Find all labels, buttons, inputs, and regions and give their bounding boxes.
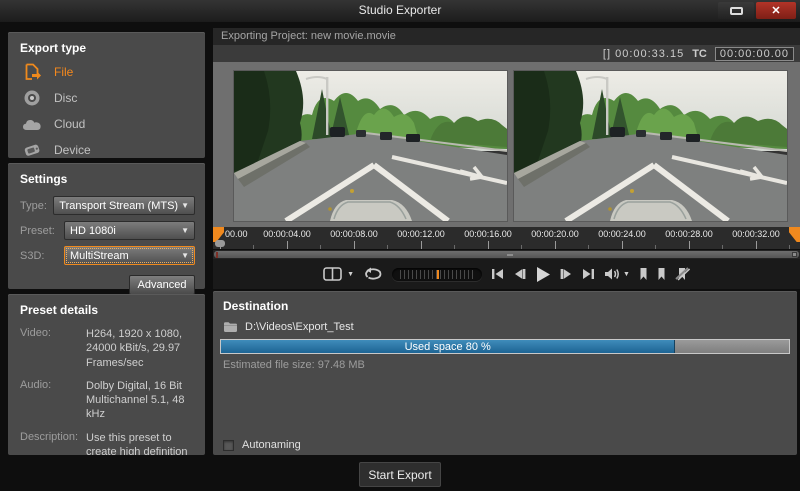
video-preview-left [234, 71, 507, 221]
export-type-cloud[interactable]: Cloud [8, 111, 205, 137]
preset-select-value: HD 1080i [70, 225, 178, 237]
autonaming-label: Autonaming [242, 439, 301, 451]
project-bar: Exporting Project: new movie.movie [213, 28, 800, 45]
window-title: Studio Exporter [0, 3, 800, 17]
timeline-ruler[interactable]: 00.00 00:00:04.00 00:00:08.00 00:00:12.0… [213, 227, 800, 249]
ruler-tick-label: 00:00:20.00 [531, 229, 579, 239]
ruler-tick-label: 00:00:16.00 [464, 229, 512, 239]
project-label: Exporting Project: new movie.movie [221, 30, 396, 42]
chevron-down-icon: ▼ [347, 271, 354, 278]
preset-details-header: Preset details [8, 294, 205, 321]
step-forward-button[interactable] [560, 263, 573, 285]
used-space-bar: Used space 80 % [220, 339, 790, 354]
type-select-value: Transport Stream (MTS) [59, 200, 178, 212]
destination-path-row[interactable]: D:\Videos\Export_Test [213, 319, 797, 339]
trim-out-handle[interactable] [789, 227, 800, 242]
loop-playback-button[interactable] [363, 263, 383, 285]
clear-marks-button[interactable] [675, 263, 690, 285]
minimize-icon [730, 7, 743, 15]
timecode-bar: [] 00:00:33.15 TC 00:00:00.00 [213, 45, 800, 62]
preset-label: Preset: [20, 225, 64, 237]
chevron-down-icon: ▼ [623, 271, 630, 278]
scrollbar-end-cap[interactable] [792, 252, 797, 257]
stereo-view-mode-button[interactable]: ▼ [323, 263, 354, 285]
folder-icon [223, 321, 238, 333]
footer-bar: Start Export [0, 455, 800, 491]
audio-value: Dolby Digital, 16 Bit Multichannel 5.1, … [86, 379, 197, 422]
destination-panel: Destination D:\Videos\Export_Test Used s… [213, 291, 797, 455]
destination-path: D:\Videos\Export_Test [245, 321, 354, 333]
video-value: H264, 1920 x 1080, 24000 kBit/s, 29.97 F… [86, 327, 197, 370]
chevron-down-icon: ▼ [181, 251, 189, 260]
minimize-button[interactable] [718, 2, 754, 19]
ruler-tick-label: 00:00:08.00 [330, 229, 378, 239]
scrollbar-grip [507, 254, 513, 256]
file-icon [22, 62, 42, 82]
disc-icon [22, 88, 42, 108]
volume-button[interactable]: ▼ [604, 263, 630, 285]
ruler-tick-label: 00:00:28.00 [665, 229, 713, 239]
used-space-fill: Used space 80 % [221, 340, 675, 353]
mark-in-button[interactable] [639, 263, 648, 285]
jog-shuttle-wheel[interactable] [392, 268, 482, 281]
used-space-label: Used space 80 % [405, 341, 491, 353]
estimated-file-size: Estimated file size: 97.48 MB [213, 354, 797, 376]
preset-select[interactable]: HD 1080i ▼ [64, 221, 195, 240]
mark-out-button[interactable] [657, 263, 666, 285]
cloud-icon [22, 114, 42, 134]
audio-label: Audio: [20, 379, 82, 422]
trim-duration: [] 00:00:33.15 [603, 48, 684, 60]
play-button[interactable] [535, 263, 551, 285]
timecode-field[interactable]: 00:00:00.00 [715, 47, 794, 61]
autonaming-row: Autonaming [213, 439, 301, 451]
close-button[interactable]: ✕ [756, 2, 796, 19]
tc-label: TC [692, 48, 707, 60]
ruler-tick-label: 00.00 [225, 229, 248, 239]
scrollbar-track[interactable] [214, 251, 799, 258]
ruler-tick-label: 00:00:12.00 [397, 229, 445, 239]
transport-bar: ▼ [213, 259, 800, 289]
start-export-button[interactable]: Start Export [359, 462, 441, 487]
s3d-select-value: MultiStream [70, 250, 178, 262]
timeline-scrollbar[interactable] [213, 250, 800, 259]
chevron-down-icon: ▼ [181, 226, 189, 235]
export-type-disc[interactable]: Disc [8, 85, 205, 111]
video-preview-right [514, 71, 787, 221]
ruler-tick-label: 00:00:32.00 [732, 229, 780, 239]
studio-exporter-window: Studio Exporter ✕ [0, 0, 800, 491]
settings-panel: Settings Type: Transport Stream (MTS) ▼ … [8, 163, 205, 289]
jump-to-start-button[interactable] [491, 263, 504, 285]
destination-header: Destination [213, 291, 797, 319]
ruler-tick-label: 00:00:04.00 [263, 229, 311, 239]
export-type-file[interactable]: File [8, 59, 205, 85]
export-type-disc-label: Disc [54, 91, 77, 105]
s3d-select[interactable]: MultiStream ▼ [64, 246, 195, 265]
type-label: Type: [20, 200, 53, 212]
export-type-panel: Export type File Disc [8, 32, 205, 158]
settings-header: Settings [8, 163, 205, 190]
preview-area [213, 62, 800, 227]
jog-center-mark [437, 270, 439, 279]
title-bar: Studio Exporter ✕ [0, 0, 800, 22]
playhead-handle[interactable] [215, 240, 225, 247]
preset-details-panel: Preset details Video: H264, 1920 x 1080,… [8, 294, 205, 455]
scrollbar-playhead-mark [216, 252, 218, 258]
autonaming-checkbox[interactable] [223, 440, 234, 451]
export-type-header: Export type [8, 32, 205, 59]
type-select[interactable]: Transport Stream (MTS) ▼ [53, 196, 195, 215]
export-type-device-label: Device [54, 143, 91, 157]
export-type-device[interactable]: Device [8, 137, 205, 163]
close-icon: ✕ [771, 4, 780, 17]
export-type-cloud-label: Cloud [54, 117, 85, 131]
advanced-button[interactable]: Advanced [129, 275, 195, 295]
video-label: Video: [20, 327, 82, 370]
device-icon [22, 140, 42, 160]
export-type-file-label: File [54, 65, 73, 79]
ruler-tick-label: 00:00:24.00 [598, 229, 646, 239]
ruler-ticks [213, 241, 800, 249]
step-back-button[interactable] [513, 263, 526, 285]
chevron-down-icon: ▼ [181, 201, 189, 210]
jump-to-end-button[interactable] [582, 263, 595, 285]
s3d-label: S3D: [20, 250, 64, 262]
